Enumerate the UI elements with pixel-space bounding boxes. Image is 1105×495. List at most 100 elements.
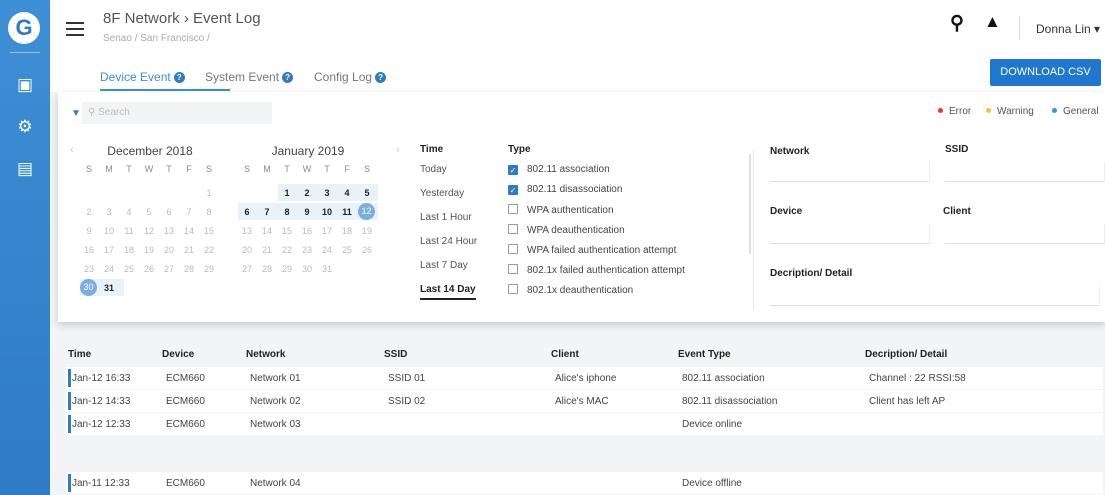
column-header[interactable]: Device xyxy=(162,349,194,360)
column-header[interactable]: Network xyxy=(246,349,285,360)
calendar-day[interactable]: 4 xyxy=(121,207,137,217)
report-icon[interactable]: ▤ xyxy=(14,158,36,180)
calendar-day[interactable]: 1 xyxy=(201,188,217,198)
time-option[interactable]: Today xyxy=(420,164,447,175)
user-menu[interactable]: Donna Lin ▾ xyxy=(1036,22,1100,36)
column-header[interactable]: SSID xyxy=(384,349,407,360)
calendar-day[interactable]: 23 xyxy=(81,264,97,274)
calendar-day[interactable]: 23 xyxy=(299,245,315,255)
calendar-day[interactable]: 6 xyxy=(239,207,255,217)
calendar-day[interactable]: 2 xyxy=(81,207,97,217)
calendar-day[interactable]: 25 xyxy=(339,245,355,255)
type-checkbox[interactable]: WPA failed authentication attempt xyxy=(508,244,676,256)
gear-icon[interactable]: ⚙ xyxy=(14,116,36,138)
calendar-day[interactable]: 14 xyxy=(259,226,275,236)
calendar-day[interactable]: 26 xyxy=(359,245,375,255)
table-row[interactable]: Jan-12 16:33 ECM660 Network 01 SSID 01 Alice… xyxy=(66,367,1103,389)
calendar-day[interactable]: 31 xyxy=(101,283,117,293)
time-option[interactable]: Last 7 Day xyxy=(420,260,468,271)
calendar-day[interactable]: 5 xyxy=(141,207,157,217)
type-checkbox[interactable]: 802.1x deauthentication xyxy=(508,284,633,296)
calendar-day[interactable]: 12 xyxy=(141,226,157,236)
checkbox-icon[interactable] xyxy=(508,224,518,234)
calendar-day[interactable]: 3 xyxy=(319,188,335,198)
calendar-day[interactable]: 19 xyxy=(141,245,157,255)
calendar-day[interactable]: 21 xyxy=(259,245,275,255)
calendar-day[interactable]: 3 xyxy=(101,207,117,217)
brand-logo[interactable]: G xyxy=(8,12,40,44)
calendar-day[interactable]: 1 xyxy=(279,188,295,198)
calendar-day[interactable]: 10 xyxy=(319,207,335,217)
help-icon[interactable]: ? xyxy=(282,72,294,83)
calendar-day[interactable]: 20 xyxy=(239,245,255,255)
calendar-day[interactable]: 22 xyxy=(279,245,295,255)
download-csv-button[interactable]: DOWNLOAD CSV xyxy=(990,59,1101,86)
scrollbar[interactable] xyxy=(749,154,751,254)
calendar-day[interactable]: 2 xyxy=(299,188,315,198)
calendar-day[interactable]: 25 xyxy=(121,264,137,274)
search-input[interactable]: ⚲ Search xyxy=(82,102,272,124)
search-icon[interactable]: ⚲ xyxy=(950,12,964,35)
hamburger-menu-icon[interactable] xyxy=(66,22,84,36)
calendar-day[interactable]: 9 xyxy=(81,226,97,236)
tab-config-log[interactable]: Config Log? xyxy=(314,70,387,84)
calendar-day[interactable]: 17 xyxy=(319,226,335,236)
calendar-day[interactable]: 14 xyxy=(181,226,197,236)
calendar-day[interactable]: 10 xyxy=(101,226,117,236)
time-option[interactable]: Last 1 Hour xyxy=(420,212,472,223)
calendar-day[interactable]: 21 xyxy=(181,245,197,255)
calendar-day[interactable]: 24 xyxy=(319,245,335,255)
calendar-day[interactable]: 16 xyxy=(299,226,315,236)
calendar-day[interactable]: 28 xyxy=(181,264,197,274)
calendar-day[interactable]: 19 xyxy=(359,226,375,236)
next-month-icon[interactable]: › xyxy=(396,144,400,156)
type-checkbox[interactable]: ✓ 802.11 disassociation xyxy=(508,184,622,195)
calendar-day[interactable]: 7 xyxy=(181,207,197,217)
calendar-day[interactable]: 7 xyxy=(259,207,275,217)
type-checkbox[interactable]: WPA authentication xyxy=(508,204,614,216)
type-checkbox[interactable]: ✓ 802.11 association xyxy=(508,164,610,175)
calendar-day[interactable]: 29 xyxy=(279,264,295,274)
calendar-day[interactable]: 26 xyxy=(141,264,157,274)
calendar-day[interactable]: 22 xyxy=(201,245,217,255)
calendar-day[interactable]: 20 xyxy=(161,245,177,255)
checkbox-icon[interactable] xyxy=(508,264,518,274)
type-checkbox[interactable]: 802.1x failed authentication attempt xyxy=(508,264,685,276)
calendar-day[interactable]: 29 xyxy=(201,264,217,274)
filter-icon[interactable]: ▼ xyxy=(71,108,81,119)
ssid-field[interactable] xyxy=(945,162,1105,182)
calendar-day[interactable]: 4 xyxy=(339,188,355,198)
calendar-day[interactable]: 9 xyxy=(299,207,315,217)
prev-month-icon[interactable]: ‹ xyxy=(70,144,74,156)
column-header[interactable]: Time xyxy=(68,349,91,360)
calendar-day[interactable]: 12 xyxy=(358,203,375,220)
calendar-day[interactable]: 16 xyxy=(81,245,97,255)
table-row[interactable]: Jan-12 12:33 ECM660 Network 03 Device onlin… xyxy=(66,413,1103,435)
checked-icon[interactable]: ✓ xyxy=(508,185,518,195)
bell-icon[interactable]: ▲ xyxy=(984,12,1001,32)
device-field[interactable] xyxy=(770,224,930,244)
column-header[interactable]: Client xyxy=(551,349,579,360)
calendar-day[interactable]: 31 xyxy=(319,264,335,274)
detail-field[interactable] xyxy=(770,286,1100,306)
checkbox-icon[interactable] xyxy=(508,204,518,214)
time-option[interactable]: Yesterday xyxy=(420,188,464,199)
time-option[interactable]: Last 14 Day xyxy=(420,284,476,300)
breadcrumb[interactable]: Senao / San Francisco / xyxy=(103,33,210,44)
calendar-day[interactable]: 5 xyxy=(359,188,375,198)
calendar-day[interactable]: 17 xyxy=(101,245,117,255)
column-header[interactable]: Event Type xyxy=(678,349,731,360)
calendar-day[interactable]: 27 xyxy=(239,264,255,274)
calendar-day[interactable]: 6 xyxy=(161,207,177,217)
calendar-day[interactable]: 15 xyxy=(201,226,217,236)
calendar-day[interactable]: 18 xyxy=(339,226,355,236)
table-row[interactable]: Jan-12 14:33 ECM660 Network 02 SSID 02 Alice… xyxy=(66,390,1103,412)
time-option[interactable]: Last 24 Hour xyxy=(420,236,477,247)
calendar-day[interactable]: 13 xyxy=(239,226,255,236)
checkbox-icon[interactable] xyxy=(508,244,518,254)
column-header[interactable]: Decription/ Detail xyxy=(865,349,947,360)
monitor-icon[interactable]: ▣ xyxy=(14,74,36,96)
table-row[interactable]: Jan-11 12:33 ECM660 Network 04 Device offli… xyxy=(66,472,1103,494)
calendar-day[interactable]: 8 xyxy=(279,207,295,217)
calendar-day[interactable]: 8 xyxy=(201,207,217,217)
